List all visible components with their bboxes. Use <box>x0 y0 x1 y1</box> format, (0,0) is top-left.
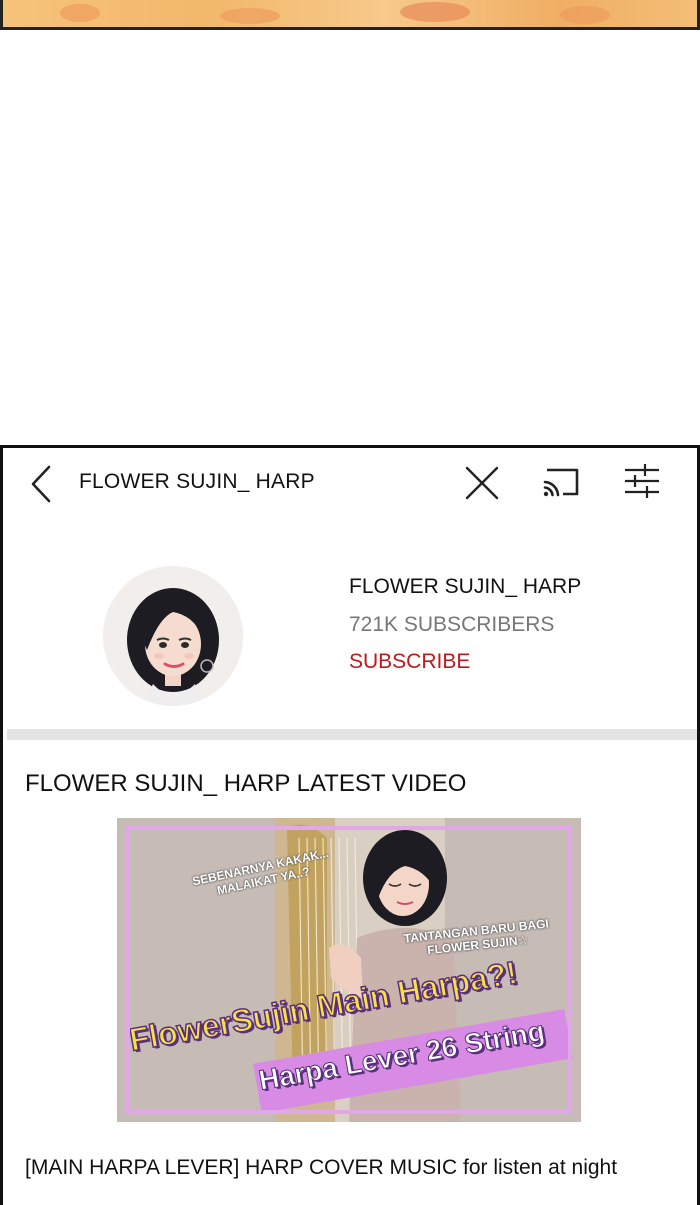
section-divider <box>7 729 697 740</box>
chevron-left-icon[interactable] <box>29 464 57 504</box>
subscribe-button[interactable]: SUBSCRIBE <box>349 650 470 674</box>
video-thumbnail[interactable]: SEBENARNYA KAKAK... MALAIKAT YA..? TANTA… <box>117 818 581 1122</box>
comic-panel-top <box>0 0 700 30</box>
youtube-channel-screen: FLOWER SUJIN_ HARP FLOWER SUJIN_ HARP 72… <box>0 445 700 1205</box>
latest-video-heading: FLOWER SUJIN_ HARP LATEST VIDEO <box>25 770 467 797</box>
subscriber-count: 721K SUBSCRIBERS <box>349 613 555 636</box>
panel-frame-left <box>0 0 3 27</box>
panel-decoration <box>60 4 100 22</box>
cast-icon[interactable] <box>541 464 583 500</box>
channel-avatar[interactable] <box>103 566 243 706</box>
panel-decoration <box>400 2 470 22</box>
channel-name: FLOWER SUJIN_ HARP <box>349 575 582 598</box>
video-title[interactable]: [MAIN HARPA LEVER] HARP COVER MUSIC for … <box>25 1156 617 1180</box>
app-bar: FLOWER SUJIN_ HARP <box>3 448 697 518</box>
filter-sliders-icon[interactable] <box>621 462 663 500</box>
avatar-illustration <box>103 566 243 706</box>
app-bar-title: FLOWER SUJIN_ HARP <box>79 470 315 493</box>
close-icon[interactable] <box>463 464 501 502</box>
panel-decoration <box>220 8 280 24</box>
panel-decoration <box>560 6 610 24</box>
